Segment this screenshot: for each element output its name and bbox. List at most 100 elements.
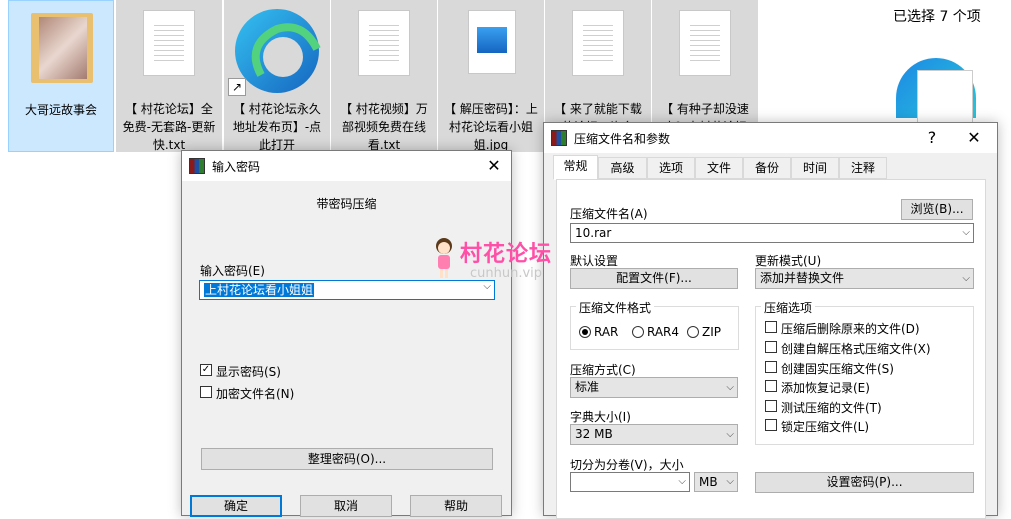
- folder-icon: [31, 13, 93, 83]
- cartoon-girl-icon: [436, 238, 452, 278]
- option-lock-checkbox[interactable]: [765, 419, 777, 431]
- file-label: 【 解压密码】：上村花论坛看小姐姐.jpg: [444, 102, 538, 152]
- option-sfx-checkbox[interactable]: [765, 341, 777, 353]
- cancel-button[interactable]: 取消: [300, 495, 392, 517]
- watermark-subtext: cunhun.vip: [470, 266, 543, 281]
- option-lock-label: 锁定压缩文件(L): [781, 420, 870, 434]
- password-dialog-titlebar: 输入密码 ✕: [182, 151, 511, 181]
- close-icon[interactable]: ✕: [481, 155, 507, 177]
- tab-comment[interactable]: 注释: [839, 157, 887, 179]
- file-label: 【 村花论坛】全免费-无套路-更新快.txt: [122, 102, 216, 152]
- method-label: 压缩方式(C): [570, 363, 636, 377]
- password-value: 上村花论坛看小姐姐: [204, 283, 315, 297]
- general-panel: 压缩文件名(A) 浏览(B)... 10.rar ⌵ 默认设置 配置文件(F).…: [556, 179, 986, 519]
- password-input[interactable]: 上村花论坛看小姐姐 ⌵: [199, 280, 495, 300]
- split-unit-value: MB: [699, 475, 718, 489]
- radio-rar[interactable]: [579, 326, 591, 338]
- option-solid-label: 创建固实压缩文件(S): [781, 362, 894, 376]
- archive-dialog: 压缩文件名和参数 ? ✕ 常规 高级 选项 文件 备份 时间 注释 压缩文件名(…: [543, 122, 998, 519]
- file-label: 大哥远故事会: [24, 103, 97, 117]
- tab-files[interactable]: 文件: [695, 157, 743, 179]
- split-unit-select[interactable]: MB ⌵: [694, 472, 738, 492]
- tab-general[interactable]: 常规: [553, 155, 598, 180]
- text-file-icon: [143, 10, 195, 76]
- chevron-down-icon[interactable]: ⌵: [962, 224, 970, 242]
- help-question-icon[interactable]: ?: [919, 127, 945, 149]
- encrypt-filenames-label: 加密文件名(N): [216, 387, 295, 401]
- radio-zip-label: ZIP: [702, 325, 721, 339]
- selected-count: 已选择 7 个项: [893, 9, 981, 25]
- split-size-input[interactable]: ⌵: [570, 472, 690, 492]
- tab-time[interactable]: 时间: [791, 157, 839, 179]
- close-icon[interactable]: ✕: [961, 127, 987, 149]
- update-mode-select[interactable]: 添加并替换文件 ⌵: [755, 268, 974, 289]
- radio-rar4[interactable]: [632, 326, 644, 338]
- text-file-icon: [572, 10, 624, 76]
- split-label: 切分为分卷(V)，大小: [570, 458, 684, 472]
- tab-options[interactable]: 选项: [647, 157, 695, 179]
- text-file-icon: [679, 10, 731, 76]
- archive-dialog-titlebar: 压缩文件名和参数 ? ✕: [544, 123, 997, 153]
- file-tile-txt[interactable]: 【 村花论坛】全免费-无套路-更新快.txt: [116, 0, 222, 152]
- option-solid-checkbox[interactable]: [765, 361, 777, 373]
- format-group-title: 压缩文件格式: [576, 299, 655, 316]
- option-test-label: 测试压缩的文件(T): [781, 401, 882, 415]
- option-sfx-label: 创建自解压格式压缩文件(X): [781, 342, 931, 356]
- dict-label: 字典大小(I): [570, 410, 631, 424]
- dict-value: 32 MB: [575, 427, 613, 441]
- help-button[interactable]: 帮助: [410, 495, 502, 517]
- encrypt-filenames-checkbox[interactable]: [200, 386, 212, 398]
- option-delete-checkbox[interactable]: [765, 321, 777, 333]
- radio-rar4-label: RAR4: [647, 325, 680, 339]
- show-password-checkbox[interactable]: ✓: [200, 364, 212, 376]
- option-delete-label: 压缩后删除原来的文件(D): [781, 322, 920, 336]
- default-settings-label: 默认设置: [570, 254, 619, 268]
- radio-rar-label: RAR: [594, 325, 619, 339]
- archive-name-value: 10.rar: [575, 226, 612, 240]
- image-file-icon: [468, 10, 516, 74]
- options-group-title: 压缩选项: [761, 299, 816, 316]
- file-tile-jpg[interactable]: 【 解压密码】：上村花论坛看小姐姐.jpg: [438, 0, 544, 152]
- chevron-down-icon[interactable]: ⌵: [678, 473, 686, 491]
- chevron-down-icon[interactable]: ⌵: [726, 425, 734, 444]
- archive-name-input[interactable]: 10.rar ⌵: [570, 223, 974, 243]
- show-password-label: 显示密码(S): [216, 365, 281, 379]
- text-file-icon: [358, 10, 410, 76]
- dialog-title: 输入密码: [212, 160, 261, 174]
- dialog-title: 压缩文件名和参数: [574, 132, 671, 146]
- winrar-icon: [551, 130, 567, 146]
- chevron-down-icon[interactable]: ⌵: [483, 281, 491, 292]
- dialog-heading: 带密码压缩: [316, 197, 377, 211]
- browse-button[interactable]: 浏览(B)...: [901, 199, 973, 220]
- watermark-text: 村花论坛: [460, 242, 553, 267]
- file-tile-txt[interactable]: 【 村花视频】万部视频免费在线看.txt: [331, 0, 437, 152]
- set-password-button[interactable]: 设置密码(P)...: [755, 472, 974, 493]
- dict-select[interactable]: 32 MB ⌵: [570, 424, 738, 445]
- password-label: 输入密码(E): [200, 264, 265, 278]
- chevron-down-icon[interactable]: ⌵: [962, 269, 970, 288]
- option-recovery-checkbox[interactable]: [765, 380, 777, 392]
- tab-advanced[interactable]: 高级: [598, 157, 647, 179]
- shortcut-arrow-icon: ↗: [228, 78, 246, 96]
- file-tile-shortcut[interactable]: ↗ 【 村花论坛永久地址发布页】-点此打开: [224, 0, 330, 152]
- organize-passwords-button[interactable]: 整理密码(O)...: [201, 448, 493, 470]
- option-test-checkbox[interactable]: [765, 400, 777, 412]
- preview-document-icon: [917, 70, 973, 126]
- password-dialog: 输入密码 ✕ 带密码压缩 输入密码(E) 上村花论坛看小姐姐 ⌵ ✓ 显示密码(…: [181, 150, 512, 517]
- file-label: 【 村花论坛永久地址发布页】-点此打开: [232, 102, 322, 152]
- option-recovery-label: 添加恢复记录(E): [781, 381, 870, 395]
- update-mode-label: 更新模式(U): [755, 254, 822, 268]
- tab-backup[interactable]: 备份: [743, 157, 791, 179]
- method-value: 标准: [575, 380, 600, 394]
- chevron-down-icon[interactable]: ⌵: [726, 473, 734, 491]
- radio-zip[interactable]: [687, 326, 699, 338]
- profiles-button[interactable]: 配置文件(F)...: [570, 268, 738, 289]
- file-label: 【 村花视频】万部视频免费在线看.txt: [340, 102, 428, 152]
- chevron-down-icon[interactable]: ⌵: [726, 378, 734, 397]
- update-mode-value: 添加并替换文件: [760, 271, 845, 285]
- ok-button[interactable]: 确定: [190, 495, 282, 517]
- file-tile-folder[interactable]: 大哥远故事会: [8, 0, 114, 152]
- method-select[interactable]: 标准 ⌵: [570, 377, 738, 398]
- archive-name-label: 压缩文件名(A): [570, 207, 648, 221]
- winrar-icon: [189, 158, 205, 174]
